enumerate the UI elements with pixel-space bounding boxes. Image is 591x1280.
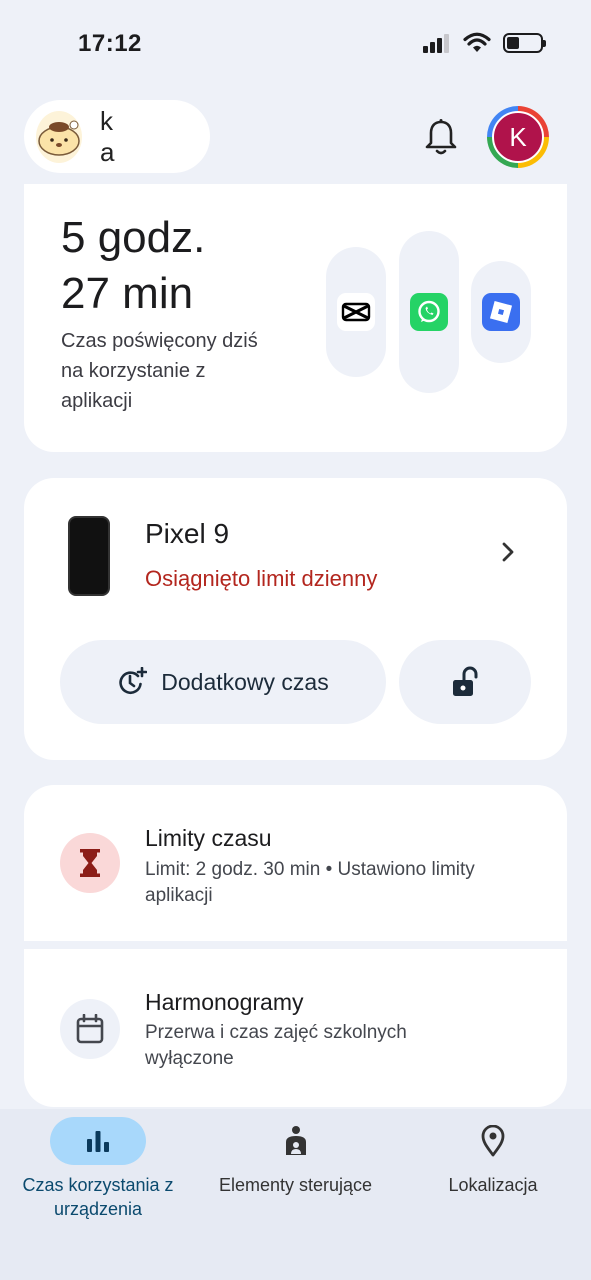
usage-caption: Czas poświęcony dziś na korzystanie z ap…	[61, 330, 258, 412]
status-bar: 17:12	[0, 0, 591, 80]
notifications-bell-icon[interactable]	[424, 118, 458, 156]
pompompurin-avatar-icon	[36, 110, 82, 163]
nav-tab-location[interactable]: Lokalizacja	[398, 1117, 588, 1197]
nav-label-screen-time: Czas korzystania z urządzenia	[22, 1175, 174, 1219]
time-limits-subtitle: Limit: 2 godz. 30 min • Ustawiono limity…	[145, 859, 475, 906]
device-card[interactable]: Pixel 9 Osiągnięto limit dzienny Dodatko…	[24, 478, 567, 760]
time-limits-title: Limity czasu	[145, 825, 272, 851]
pixel-phone-image	[68, 516, 110, 596]
whatsapp-icon	[410, 293, 448, 331]
wifi-icon	[463, 32, 491, 52]
location-pin-icon	[445, 1117, 541, 1165]
bar-chart-icon	[50, 1117, 146, 1165]
chevron-right-icon[interactable]	[500, 540, 516, 564]
app-usage-bar-capcut	[326, 247, 386, 377]
schedules-subtitle: Przerwa i czas zajęć szkolnych wyłączone	[145, 1022, 407, 1069]
unlock-device-button[interactable]	[399, 640, 531, 724]
nav-label-controls: Elementy sterujące	[218, 1175, 373, 1195]
account-avatar-button[interactable]: K	[487, 106, 549, 168]
battery-icon	[503, 33, 546, 53]
signal-icon	[423, 34, 449, 53]
bonus-time-button[interactable]: Dodatkowy czas	[60, 640, 386, 724]
child-profile-switcher[interactable]: k a	[24, 100, 210, 173]
clock-plus-icon	[119, 667, 148, 694]
nav-label-location: Lokalizacja	[448, 1175, 538, 1195]
app-usage-bar-whatsapp	[399, 231, 459, 393]
time-limits-row[interactable]: Limity czasu Limit: 2 godz. 30 min • Ust…	[24, 785, 567, 941]
avatar-letter: K	[492, 111, 544, 163]
status-icons	[423, 32, 546, 54]
status-time: 17:12	[78, 30, 142, 57]
device-name: Pixel 9	[145, 518, 230, 549]
family-controls-icon	[248, 1117, 344, 1165]
roblox-icon	[482, 293, 520, 331]
capcut-icon	[337, 293, 375, 331]
usage-minutes: 27 min	[61, 269, 194, 318]
app-usage-bar-roblox	[471, 261, 531, 363]
screen-time-summary-card[interactable]: 5 godz. 27 min Czas poświęcony dziś na k…	[24, 184, 567, 452]
schedules-row[interactable]: Harmonogramy Przerwa i czas zajęć szkoln…	[24, 949, 567, 1107]
nav-tab-controls[interactable]: Elementy sterujące	[198, 1117, 393, 1197]
bottom-navigation: Czas korzystania z urządzenia Elementy s…	[0, 1109, 591, 1280]
hourglass-icon	[60, 833, 120, 893]
schedules-title: Harmonogramy	[145, 989, 304, 1015]
nav-tab-screen-time[interactable]: Czas korzystania z urządzenia	[2, 1117, 194, 1221]
usage-total: 5 godz. 27 min	[61, 210, 205, 322]
device-status: Osiągnięto limit dzienny	[145, 566, 378, 591]
calendar-icon	[60, 999, 120, 1059]
unlock-icon	[453, 666, 478, 696]
profile-name: k a	[100, 105, 155, 167]
bonus-time-label: Dodatkowy czas	[161, 668, 329, 695]
usage-hours: 5 godz.	[61, 213, 206, 262]
